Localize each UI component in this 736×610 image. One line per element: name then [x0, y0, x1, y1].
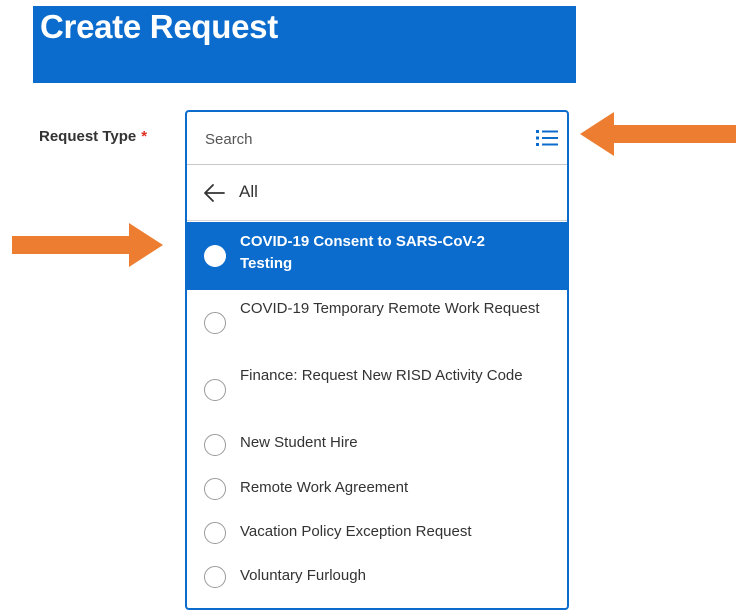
request-type-dropdown: All COVID-19 Consent to SARS-CoV-2 Testi…: [185, 110, 569, 610]
option-label: New Student Hire: [240, 434, 358, 451]
required-marker: *: [141, 128, 148, 145]
search-row: [187, 112, 567, 165]
page-title: Create Request: [40, 8, 278, 45]
orange-arrow-icon: [12, 223, 163, 267]
option-label: Vacation Policy Exception Request: [240, 523, 472, 540]
option-remote-work-agreement[interactable]: Remote Work Agreement: [187, 468, 567, 512]
arrow-left-icon: [204, 184, 225, 202]
option-vacation-policy-exception[interactable]: Vacation Policy Exception Request: [187, 512, 567, 556]
radio-circle-icon: [204, 478, 226, 500]
option-label: COVID-19 Temporary Remote Work Request: [240, 300, 540, 317]
request-type-label-text: Request Type: [39, 128, 137, 145]
page-header: Create Request: [33, 6, 576, 83]
option-label: COVID-19 Consent to SARS-CoV-2 Testing: [240, 233, 486, 272]
option-label: Voluntary Furlough: [240, 567, 366, 584]
radio-circle-icon: [204, 434, 226, 456]
back-label: All: [239, 182, 258, 201]
option-covid-remote-work[interactable]: COVID-19 Temporary Remote Work Request: [187, 290, 567, 357]
orange-arrow-icon: [580, 112, 736, 156]
radio-circle-icon: [204, 245, 226, 267]
radio-circle-icon: [204, 566, 226, 588]
option-new-student-hire[interactable]: New Student Hire: [187, 424, 567, 468]
search-input[interactable]: [205, 128, 505, 150]
back-to-all[interactable]: All: [187, 165, 567, 221]
option-voluntary-furlough[interactable]: Voluntary Furlough: [187, 556, 567, 600]
radio-circle-icon: [204, 379, 226, 401]
request-type-label: Request Type *: [39, 128, 147, 145]
option-label: Remote Work Agreement: [240, 479, 409, 496]
option-covid-consent[interactable]: COVID-19 Consent to SARS-CoV-2 Testing: [187, 222, 567, 290]
radio-circle-icon: [204, 312, 226, 334]
radio-circle-icon: [204, 522, 226, 544]
list-icon[interactable]: [536, 129, 558, 147]
option-label: Finance: Request New RISD Activity Code: [240, 367, 523, 384]
option-finance-activity-code[interactable]: Finance: Request New RISD Activity Code: [187, 357, 567, 424]
